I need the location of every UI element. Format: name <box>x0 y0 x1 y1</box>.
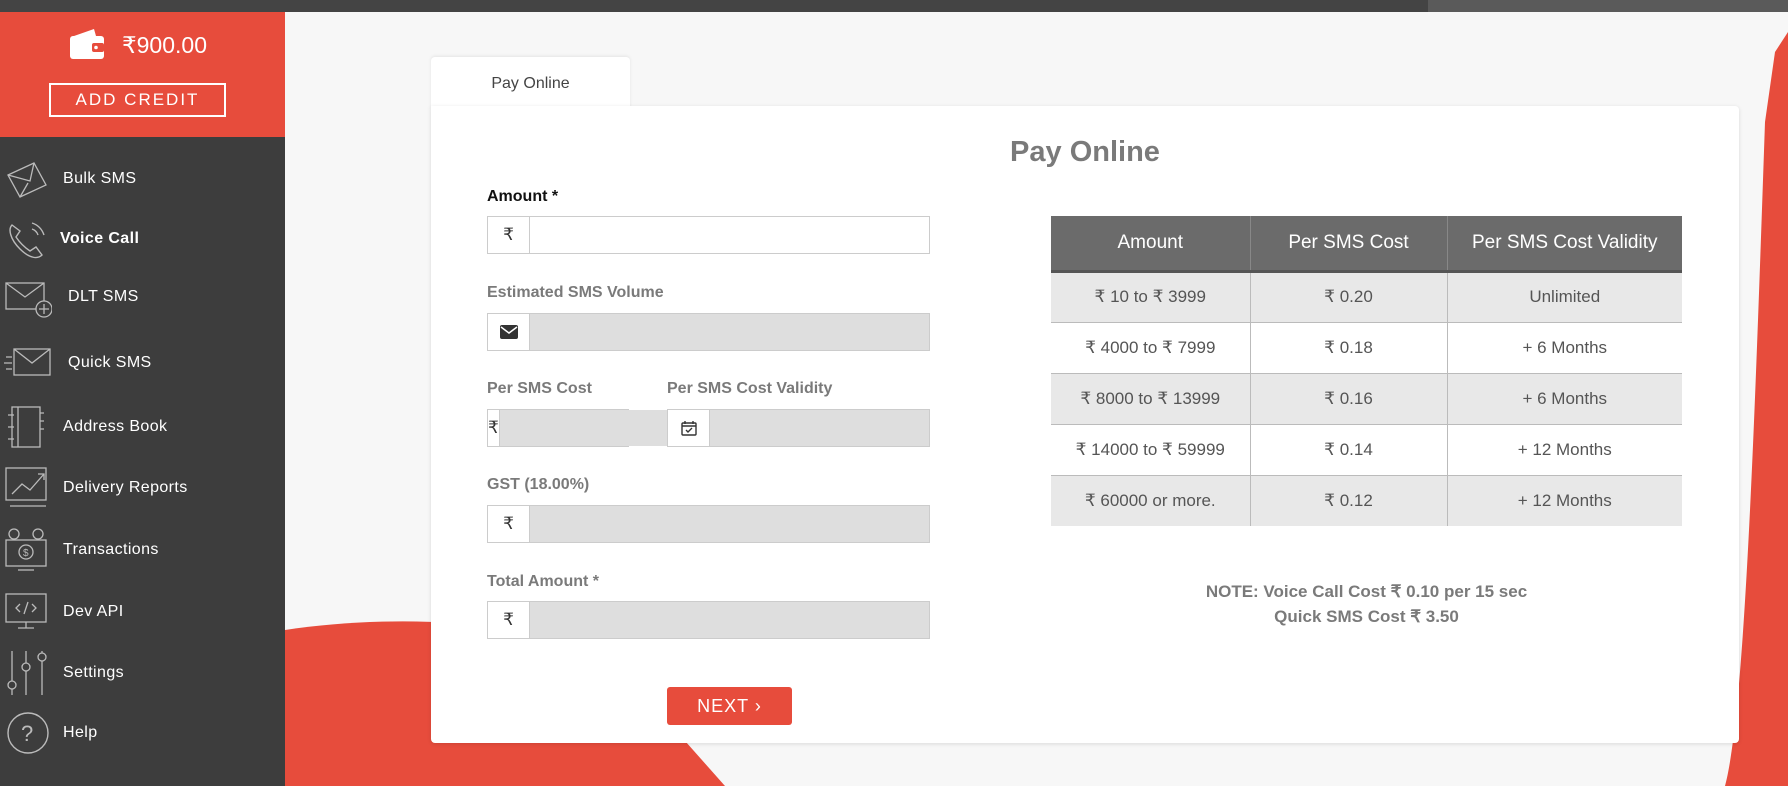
bulk-sms-icon <box>7 162 47 198</box>
gst-field-group: ₹ <box>487 505 930 543</box>
validity-cell: + 12 Months <box>1447 475 1682 526</box>
wallet-panel: ₹900.00 ADD CREDIT <box>0 12 285 137</box>
sidebar-item-address-book[interactable]: Address Book <box>0 397 285 457</box>
note-quick-sms: Quick SMS Cost ₹ 3.50 <box>1274 607 1459 626</box>
cost-cell: ₹ 0.18 <box>1250 322 1448 374</box>
svg-text:$: $ <box>23 548 29 559</box>
sidebar-item-label: Address Book <box>63 418 168 435</box>
sidebar-item-label: Dev API <box>63 603 124 620</box>
amount-field-group: ₹ <box>487 216 930 254</box>
sidebar-item-dlt-sms[interactable]: DLT SMS <box>0 267 285 327</box>
gst-input[interactable] <box>530 506 929 542</box>
sidebar-item-delivery-reports[interactable]: Delivery Reports <box>0 458 285 518</box>
rate-table: Amount Per SMS Cost Per SMS Cost Validit… <box>1051 216 1682 526</box>
sidebar-item-label: Transactions <box>63 541 159 558</box>
total-amount-input[interactable] <box>530 602 929 638</box>
cost-cell: ₹ 0.20 <box>1250 271 1448 323</box>
validity-input[interactable] <box>710 410 929 446</box>
pricing-note: NOTE: Voice Call Cost ₹ 0.10 per 15 sec … <box>1051 579 1682 629</box>
amount-cell: ₹ 8000 to ₹ 13999 <box>1051 373 1251 425</box>
gst-label: GST (18.00%) <box>487 476 590 493</box>
rupee-icon: ₹ <box>488 506 530 542</box>
table-row: ₹ 14000 to ₹ 59999 ₹ 0.14 + 12 Months <box>1051 424 1682 476</box>
sidebar: ₹900.00 ADD CREDIT Bulk SMS Voice Call D… <box>0 12 285 786</box>
cost-cell: ₹ 0.12 <box>1250 475 1448 526</box>
help-icon: ? <box>7 712 49 754</box>
cost-cell: ₹ 0.14 <box>1250 424 1448 476</box>
envelope-icon <box>488 314 530 350</box>
calendar-check-icon <box>668 410 710 446</box>
sms-volume-field-group <box>487 313 930 351</box>
validity-field-group <box>667 409 930 447</box>
table-row: ₹ 8000 to ₹ 13999 ₹ 0.16 + 6 Months <box>1051 373 1682 425</box>
sms-volume-input[interactable] <box>530 314 929 350</box>
per-sms-cost-label: Per SMS Cost <box>487 380 592 397</box>
address-book-icon <box>8 406 44 448</box>
top-bar-right <box>1428 0 1788 12</box>
sidebar-item-label: Voice Call <box>60 230 140 247</box>
voice-call-icon <box>9 222 45 259</box>
validity-cell: Unlimited <box>1447 271 1682 323</box>
sidebar-item-dev-api[interactable]: Dev API <box>0 582 285 642</box>
note-voice-call: NOTE: Voice Call Cost ₹ 0.10 per 15 sec <box>1205 582 1528 601</box>
dlt-sms-icon <box>5 282 52 318</box>
amount-label: Amount * <box>487 188 559 205</box>
table-row: ₹ 60000 or more. ₹ 0.12 + 12 Months <box>1051 475 1682 526</box>
table-header-row: Amount Per SMS Cost Per SMS Cost Validit… <box>1051 216 1682 273</box>
pay-online-card: Pay Online Amount * ₹ Estimated SMS Volu… <box>431 106 1739 743</box>
sidebar-item-bulk-sms[interactable]: Bulk SMS <box>0 149 285 209</box>
quick-sms-icon <box>4 348 51 376</box>
amount-input[interactable] <box>530 217 929 253</box>
column-header-validity: Per SMS Cost Validity <box>1447 216 1682 273</box>
table-row: ₹ 10 to ₹ 3999 ₹ 0.20 Unlimited <box>1051 271 1682 323</box>
sidebar-item-label: Settings <box>63 664 125 681</box>
svg-text:?: ? <box>21 721 33 746</box>
rupee-icon: ₹ <box>488 602 530 638</box>
settings-icon <box>7 651 47 695</box>
sidebar-item-label: Help <box>63 724 98 741</box>
sms-volume-label: Estimated SMS Volume <box>487 284 664 301</box>
table-row: ₹ 4000 to ₹ 7999 ₹ 0.18 + 6 Months <box>1051 322 1682 374</box>
dev-api-icon <box>5 593 47 629</box>
rupee-icon: ₹ <box>488 410 500 446</box>
sidebar-item-label: Quick SMS <box>68 354 152 371</box>
delivery-reports-icon <box>5 467 47 507</box>
sidebar-item-transactions[interactable]: $ Transactions <box>0 520 285 580</box>
total-amount-field-group: ₹ <box>487 601 930 639</box>
amount-cell: ₹ 60000 or more. <box>1051 475 1251 526</box>
sidebar-item-help[interactable]: ? Help <box>0 703 285 763</box>
validity-cell: + 6 Months <box>1447 322 1682 374</box>
column-header-per-sms-cost: Per SMS Cost <box>1250 216 1448 273</box>
top-bar <box>0 0 1788 12</box>
cost-cell: ₹ 0.16 <box>1250 373 1448 425</box>
sidebar-item-label: Bulk SMS <box>63 170 137 187</box>
total-amount-label: Total Amount * <box>487 573 599 590</box>
amount-cell: ₹ 4000 to ₹ 7999 <box>1051 322 1251 374</box>
amount-cell: ₹ 10 to ₹ 3999 <box>1051 271 1251 323</box>
sidebar-item-quick-sms[interactable]: Quick SMS <box>0 333 285 393</box>
sidebar-item-settings[interactable]: Settings <box>0 643 285 703</box>
column-header-amount: Amount <box>1051 216 1251 273</box>
validity-cell: + 6 Months <box>1447 373 1682 425</box>
sidebar-item-label: DLT SMS <box>68 288 139 305</box>
rupee-icon: ₹ <box>488 217 530 253</box>
validity-label: Per SMS Cost Validity <box>667 380 833 397</box>
wallet-balance: ₹900.00 <box>122 32 207 58</box>
per-sms-cost-field-group: ₹ <box>487 409 719 447</box>
page-title: Pay Online <box>1010 136 1160 168</box>
tab-pay-online[interactable]: Pay Online <box>431 57 630 109</box>
add-credit-button[interactable]: ADD CREDIT <box>49 83 226 117</box>
amount-cell: ₹ 14000 to ₹ 59999 <box>1051 424 1251 476</box>
sidebar-item-label: Delivery Reports <box>63 479 188 496</box>
wallet-icon <box>70 29 104 59</box>
validity-cell: + 12 Months <box>1447 424 1682 476</box>
next-button[interactable]: NEXT › <box>667 687 792 725</box>
transactions-icon: $ <box>5 528 47 571</box>
sidebar-item-voice-call[interactable]: Voice Call <box>0 209 285 269</box>
